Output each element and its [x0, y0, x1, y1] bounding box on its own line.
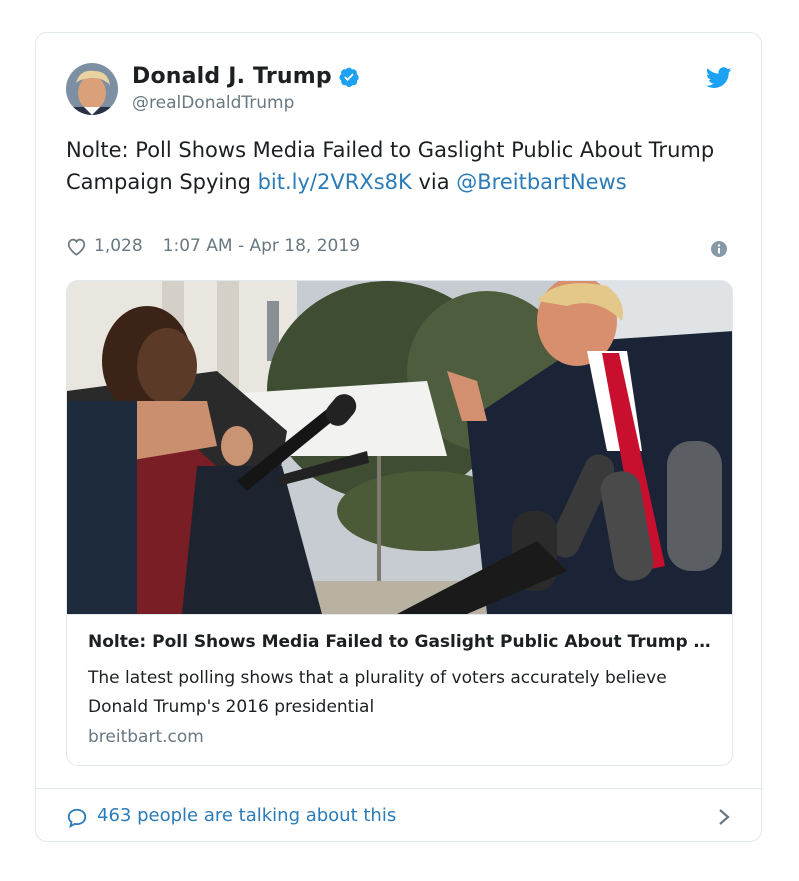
avatar[interactable]	[66, 63, 118, 115]
verified-badge-icon	[339, 67, 359, 87]
link-preview-description: The latest polling shows that a pluralit…	[88, 668, 667, 717]
timestamp[interactable]: 1:07 AM - Apr 18, 2019	[163, 236, 360, 256]
author-handle[interactable]: @realDonaldTrump	[132, 93, 294, 113]
heart-icon[interactable]	[66, 237, 87, 256]
conversation-footer[interactable]: 463 people are talking about this	[36, 788, 763, 842]
like-count[interactable]: 1,028	[94, 236, 143, 256]
link-preview-title[interactable]: Nolte: Poll Shows Media Failed to Gaslig…	[88, 632, 713, 652]
tweet-meta: 1,028 1:07 AM - Apr 18, 2019	[66, 236, 360, 256]
link-preview-domain: breitbart.com	[88, 727, 204, 747]
twitter-bird-icon[interactable]	[706, 67, 732, 89]
link-preview-text[interactable]: Nolte: Poll Shows Media Failed to Gaslig…	[67, 614, 732, 765]
tweet-link[interactable]: bit.ly/2VRXs8K	[258, 170, 412, 194]
embedded-tweet-card: Donald J. Trump @realDonaldTrump Nolte: …	[35, 32, 763, 842]
tweet-text: Nolte: Poll Shows Media Failed to Gaslig…	[66, 134, 736, 198]
chevron-right-icon[interactable]	[717, 807, 731, 827]
tweet-text-part2: via	[411, 170, 457, 194]
speech-bubble-icon	[67, 808, 87, 829]
press-gaggle-photo	[67, 281, 732, 614]
info-icon[interactable]	[711, 241, 727, 257]
mention-link[interactable]: @BreitbartNews	[456, 170, 626, 194]
link-preview-card[interactable]: Nolte: Poll Shows Media Failed to Gaslig…	[66, 280, 733, 766]
talking-about-link[interactable]: 463 people are talking about this	[97, 805, 396, 826]
author-name[interactable]: Donald J. Trump	[132, 64, 332, 89]
